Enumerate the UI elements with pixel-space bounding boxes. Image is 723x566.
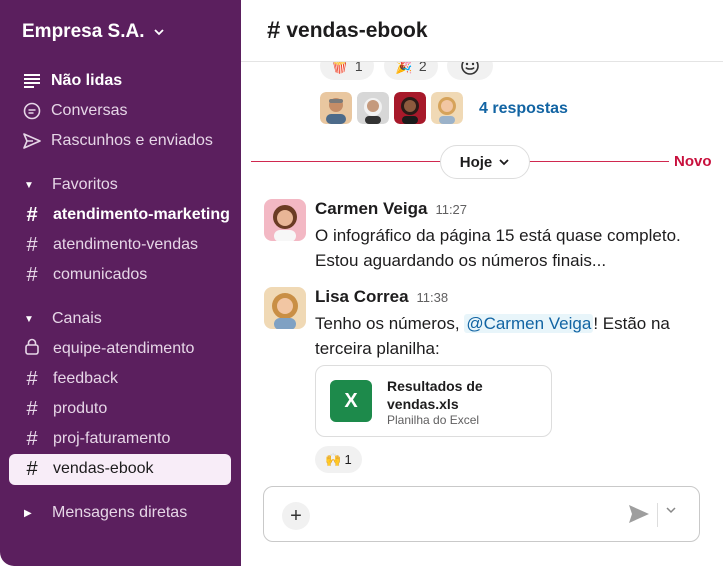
- thread-replies-link[interactable]: 4 respostas: [479, 100, 568, 118]
- file-type: Planilha do Excel: [387, 413, 480, 427]
- date-jump-button[interactable]: Hoje: [440, 145, 530, 179]
- chevron-down-icon[interactable]: [665, 504, 677, 516]
- new-messages-line: [251, 161, 441, 162]
- divider: [657, 503, 658, 527]
- chevron-down-icon: [153, 29, 164, 36]
- file-attachment[interactable]: X Resultados de vendas.xls Planilha do E…: [315, 365, 552, 437]
- caret-right-icon: ▶: [24, 507, 32, 519]
- author-name[interactable]: Lisa Correa: [315, 287, 409, 306]
- chevron-down-icon: [499, 159, 509, 166]
- send-icon: [22, 133, 42, 149]
- sidebar-item-drafts[interactable]: Rascunhos e enviados: [22, 128, 213, 154]
- channel-label: proj-faturamento: [53, 430, 171, 447]
- hash-icon: #: [26, 397, 38, 420]
- channel-header[interactable]: # vendas-ebook: [241, 0, 723, 62]
- sidebar-item-label: Rascunhos e enviados: [51, 132, 213, 149]
- author-name[interactable]: Carmen Veiga: [315, 199, 427, 218]
- send-icon[interactable]: [628, 504, 650, 524]
- reaction-raised-hands[interactable]: 🙌 1: [315, 446, 362, 473]
- caret-down-icon: ▼: [24, 313, 34, 325]
- reaction-count: 1: [344, 452, 352, 467]
- raised-hands-emoji: 🙌: [325, 451, 342, 467]
- sidebar-item-threads[interactable]: Conversas: [22, 98, 127, 124]
- sidebar: Empresa S.A. Não lidas Conversas Rascunh…: [0, 0, 241, 566]
- hash-icon: #: [26, 203, 38, 226]
- message-text: Tenho os números, @Carmen Veiga! Estão n…: [315, 311, 675, 361]
- channel-view: # vendas-ebook 🍿 1 🎉 2 4 respostas Hoje …: [241, 0, 723, 566]
- hash-icon: #: [26, 233, 38, 256]
- message-composer[interactable]: +: [263, 486, 700, 542]
- avatar[interactable]: [264, 287, 306, 329]
- message-author[interactable]: Lisa Correa 11:38: [315, 287, 448, 307]
- channel-label: feedback: [53, 370, 118, 387]
- sidebar-item-label: Não lidas: [51, 72, 123, 89]
- hash-icon: #: [267, 16, 281, 44]
- message-author[interactable]: Carmen Veiga 11:27: [315, 199, 467, 219]
- channel-label: equipe-atendimento: [53, 340, 195, 357]
- channel-label: atendimento-vendas: [53, 236, 198, 253]
- new-messages-label: Novo: [674, 153, 712, 170]
- sidebar-channel-atendimento-marketing[interactable]: # atendimento-marketing: [22, 202, 230, 228]
- channel-label: atendimento-marketing: [53, 206, 230, 223]
- sidebar-channel-produto[interactable]: # produto: [22, 396, 107, 422]
- channel-label: comunicados: [53, 266, 148, 283]
- sidebar-channel-comunicados[interactable]: # comunicados: [22, 262, 147, 288]
- hash-icon: #: [26, 427, 38, 450]
- section-label: Mensagens diretas: [52, 504, 188, 521]
- sidebar-channel-atendimento-vendas[interactable]: # atendimento-vendas: [22, 232, 198, 258]
- excel-file-icon: X: [330, 380, 372, 422]
- sidebar-channel-equipe-atendimento[interactable]: equipe-atendimento: [22, 336, 194, 362]
- sidebar-channel-feedback[interactable]: # feedback: [22, 366, 118, 392]
- message-time[interactable]: 11:38: [417, 290, 449, 305]
- channel-label: vendas-ebook: [53, 460, 154, 477]
- file-name: Resultados de vendas.xls: [387, 378, 483, 412]
- workspace-switcher[interactable]: Empresa S.A.: [22, 21, 165, 43]
- thread-participants[interactable]: [320, 92, 463, 124]
- section-direct-messages[interactable]: ▶ Mensagens diretas: [24, 501, 187, 525]
- date-label: Hoje: [459, 153, 493, 171]
- hash-icon: #: [26, 457, 38, 480]
- channel-title: vendas-ebook: [286, 18, 428, 42]
- avatar: [431, 92, 463, 124]
- message-time[interactable]: 11:27: [435, 202, 467, 217]
- section-favorites[interactable]: ▼ Favoritos: [24, 173, 118, 197]
- user-mention[interactable]: @Carmen Veiga: [464, 314, 594, 333]
- avatar[interactable]: [264, 199, 306, 241]
- hash-icon: #: [26, 263, 38, 286]
- avatar: [394, 92, 426, 124]
- sidebar-channel-vendas-ebook[interactable]: # vendas-ebook: [22, 456, 154, 482]
- section-label: Favoritos: [52, 176, 118, 193]
- lock-icon: [22, 338, 42, 361]
- new-messages-line: [529, 161, 669, 162]
- message-text-part: Tenho os números,: [315, 314, 465, 333]
- hash-icon: #: [26, 367, 38, 390]
- avatar: [320, 92, 352, 124]
- caret-down-icon: ▼: [24, 179, 34, 191]
- section-label: Canais: [52, 310, 102, 327]
- plus-icon[interactable]: +: [282, 502, 310, 530]
- sidebar-channel-proj-faturamento[interactable]: # proj-faturamento: [22, 426, 170, 452]
- section-channels[interactable]: ▼ Canais: [24, 307, 102, 331]
- threads-icon: [22, 102, 42, 120]
- workspace-name: Empresa S.A.: [22, 21, 145, 42]
- channel-label: produto: [53, 400, 108, 417]
- sidebar-item-unread[interactable]: Não lidas: [22, 68, 122, 94]
- sidebar-item-label: Conversas: [51, 102, 128, 119]
- avatar: [357, 92, 389, 124]
- unread-icon: [22, 74, 42, 88]
- message-text: O infográfico da página 15 está quase co…: [315, 226, 681, 270]
